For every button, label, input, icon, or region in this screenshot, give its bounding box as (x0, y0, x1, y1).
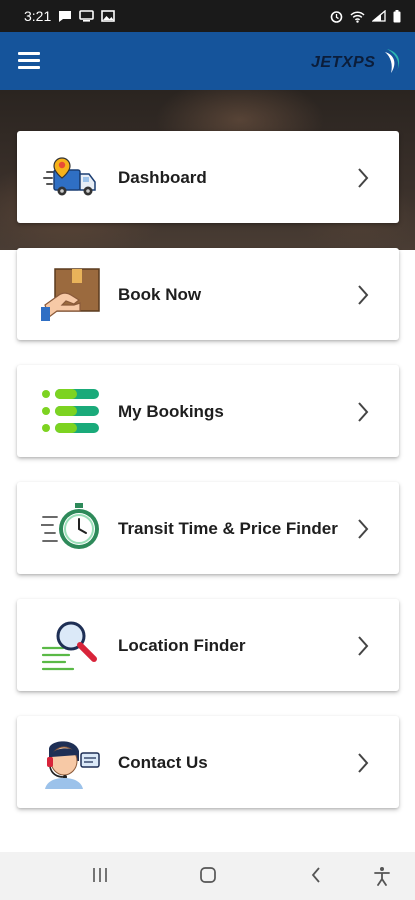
menu-item-label: My Bookings (118, 401, 224, 421)
menu-item-label: Book Now (118, 284, 202, 304)
monitor-icon (79, 10, 95, 22)
hamburger-menu-icon[interactable] (18, 52, 40, 70)
stopwatch-icon (41, 503, 99, 549)
status-left: 3:21 (24, 8, 116, 24)
menu-item-label: Transit Time & Price Finder (118, 518, 338, 538)
accessibility-icon[interactable] (373, 866, 391, 886)
menu-item-my-bookings[interactable]: My Bookings (17, 365, 399, 457)
package-hand-icon (41, 268, 100, 321)
menu-item-book-now[interactable]: Book Now (17, 248, 399, 340)
menu-item-contact-us[interactable]: Contact Us (17, 716, 399, 808)
app-header: JETXPS (0, 32, 415, 90)
chevron-right-icon (358, 636, 369, 656)
menu-item-label: Contact Us (118, 752, 208, 772)
chevron-right-icon (358, 168, 369, 188)
status-bar: 3:21 (0, 0, 415, 32)
home-icon[interactable] (199, 866, 217, 884)
status-right (330, 9, 401, 23)
status-time: 3:21 (24, 8, 52, 24)
system-nav-bar (0, 852, 415, 900)
support-agent-icon (45, 741, 100, 789)
recent-apps-icon[interactable] (92, 866, 108, 884)
signal-icon (372, 10, 386, 22)
magnifier-icon (41, 621, 97, 671)
jetxps-logo: JETXPS (299, 46, 409, 78)
menu-item-dashboard[interactable]: Dashboard (17, 131, 399, 223)
chevron-right-icon (358, 753, 369, 773)
menu-item-transit-time-price-finder[interactable]: Transit Time & Price Finder (17, 482, 399, 574)
chevron-right-icon (358, 519, 369, 539)
message-icon (59, 10, 72, 22)
image-icon (101, 10, 116, 22)
menu-item-location-finder[interactable]: Location Finder (17, 599, 399, 691)
bookings-list-icon (42, 389, 99, 433)
chevron-right-icon (358, 285, 369, 305)
logo-text: JETXPS (311, 54, 376, 71)
back-icon[interactable] (310, 866, 322, 884)
chevron-right-icon (358, 402, 369, 422)
wifi-icon (350, 10, 365, 23)
delivery-truck-icon (43, 157, 96, 196)
alarm-icon (330, 10, 343, 23)
battery-icon (393, 9, 401, 22)
menu-item-label: Location Finder (118, 635, 246, 655)
menu-item-label: Dashboard (118, 167, 207, 187)
